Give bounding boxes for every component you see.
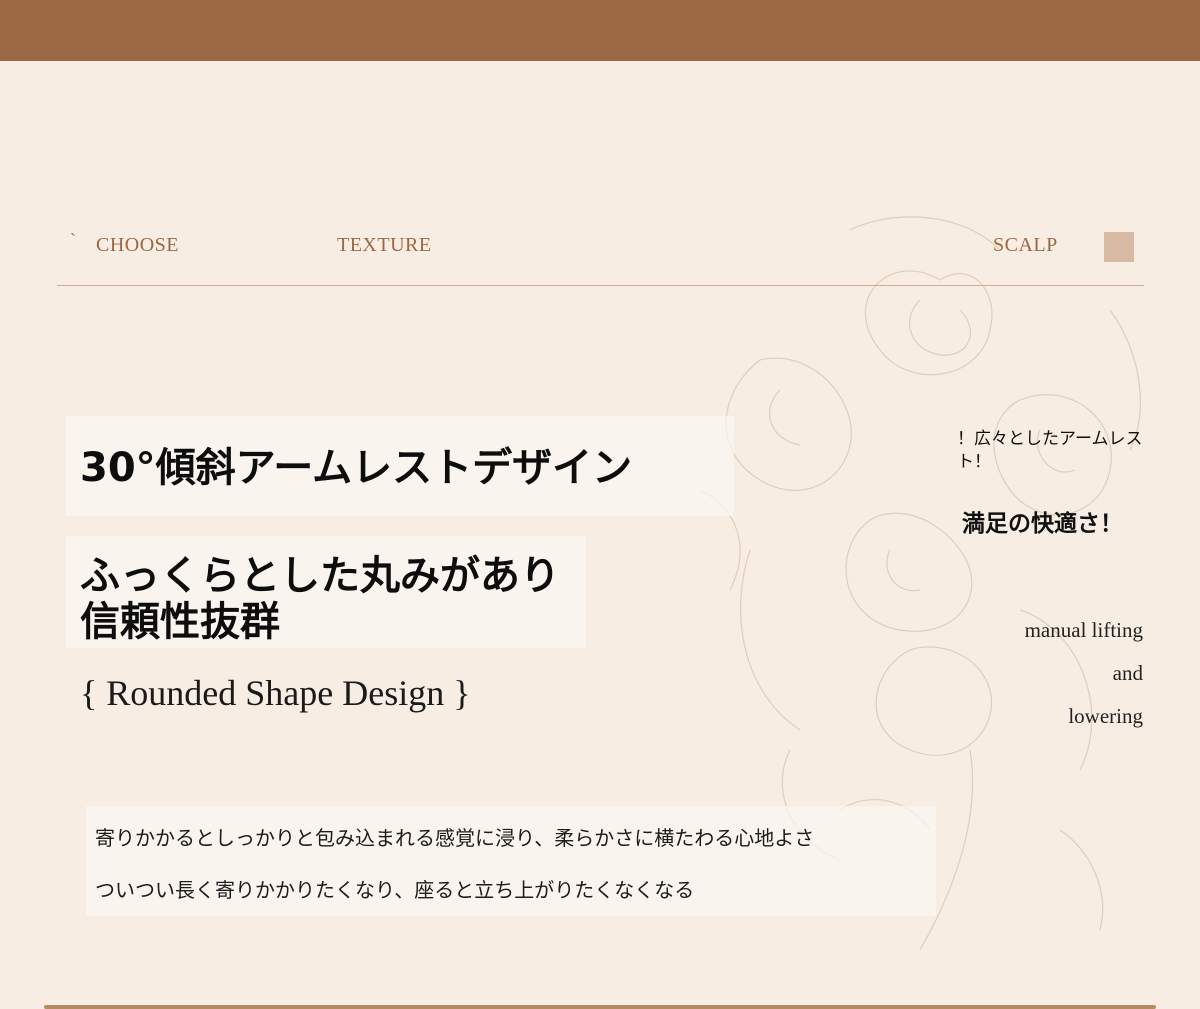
nav-tick-mark: `: [70, 230, 76, 250]
nav-row: ` CHOOSE TEXTURE SCALP: [0, 228, 1200, 268]
headline-title: 30°傾斜アームレストデザイン: [80, 445, 633, 491]
nav-divider: [57, 285, 1144, 286]
top-color-bar: [0, 0, 1200, 61]
headline-subtitle-line2: 信頼性抜群: [80, 599, 280, 645]
side-english-line3: lowering: [1068, 704, 1143, 728]
nav-item-scalp[interactable]: SCALP: [993, 234, 1058, 257]
headline-subtitle: ふっくらとした丸みがあり 信頼性抜群: [80, 553, 560, 645]
side-note: ！広々としたアームレスト！: [957, 429, 1143, 472]
side-english-line1: manual lifting: [1024, 618, 1143, 642]
square-icon: [1104, 232, 1134, 262]
nav-item-choose[interactable]: CHOOSE: [96, 234, 179, 257]
nav-item-texture[interactable]: TEXTURE: [337, 234, 432, 257]
side-highlight-text: 満足の快適さ！: [962, 511, 1123, 537]
body-text-line1: 寄りかかるとしっかりと包み込まれる感覚に浸り、柔らかさに横たわる心地よさ: [95, 826, 815, 850]
side-english-line2: and: [1112, 661, 1143, 685]
bottom-image-edge: [44, 1005, 1156, 1009]
body-text-line2: ついつい長く寄りかかりたくなり、座ると立ち上がりたくなくなる: [95, 878, 695, 902]
headline-subtitle-line1: ふっくらとした丸みがあり: [80, 553, 560, 599]
english-subtitle: { Rounded Shape Design }: [80, 673, 471, 713]
